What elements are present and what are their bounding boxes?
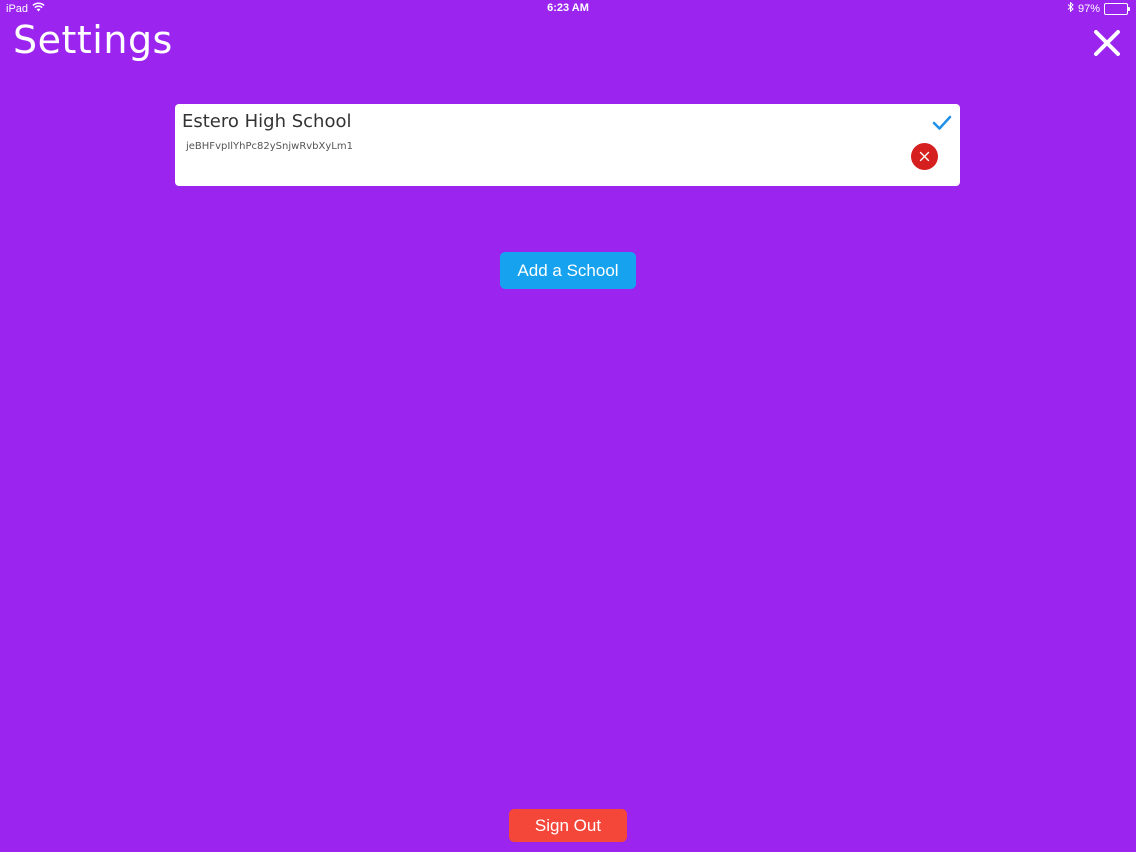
add-school-button[interactable]: Add a School (500, 252, 636, 289)
sign-out-button[interactable]: Sign Out (509, 809, 627, 842)
school-card[interactable]: Estero High School jeBHFvpIlYhPc82ySnjwR… (175, 104, 960, 186)
checkmark-icon (932, 114, 952, 132)
battery-icon (1104, 2, 1130, 15)
page-title: Settings (13, 18, 173, 62)
school-code: jeBHFvpIlYhPc82ySnjwRvbXyLm1 (186, 141, 353, 152)
school-name: Estero High School (182, 111, 352, 132)
status-bar: iPad 6:23 AM 97% (0, 0, 1136, 18)
remove-school-button[interactable] (911, 143, 938, 170)
status-time: 6:23 AM (547, 2, 589, 14)
status-right: 97% (1067, 1, 1130, 15)
settings-screen: iPad 6:23 AM 97% Settings Estero High Sc… (0, 0, 1136, 852)
close-icon (1092, 30, 1122, 62)
battery-percent: 97% (1077, 2, 1100, 15)
bluetooth-icon (1067, 1, 1074, 15)
remove-icon (919, 151, 930, 162)
close-button[interactable] (1092, 28, 1122, 58)
